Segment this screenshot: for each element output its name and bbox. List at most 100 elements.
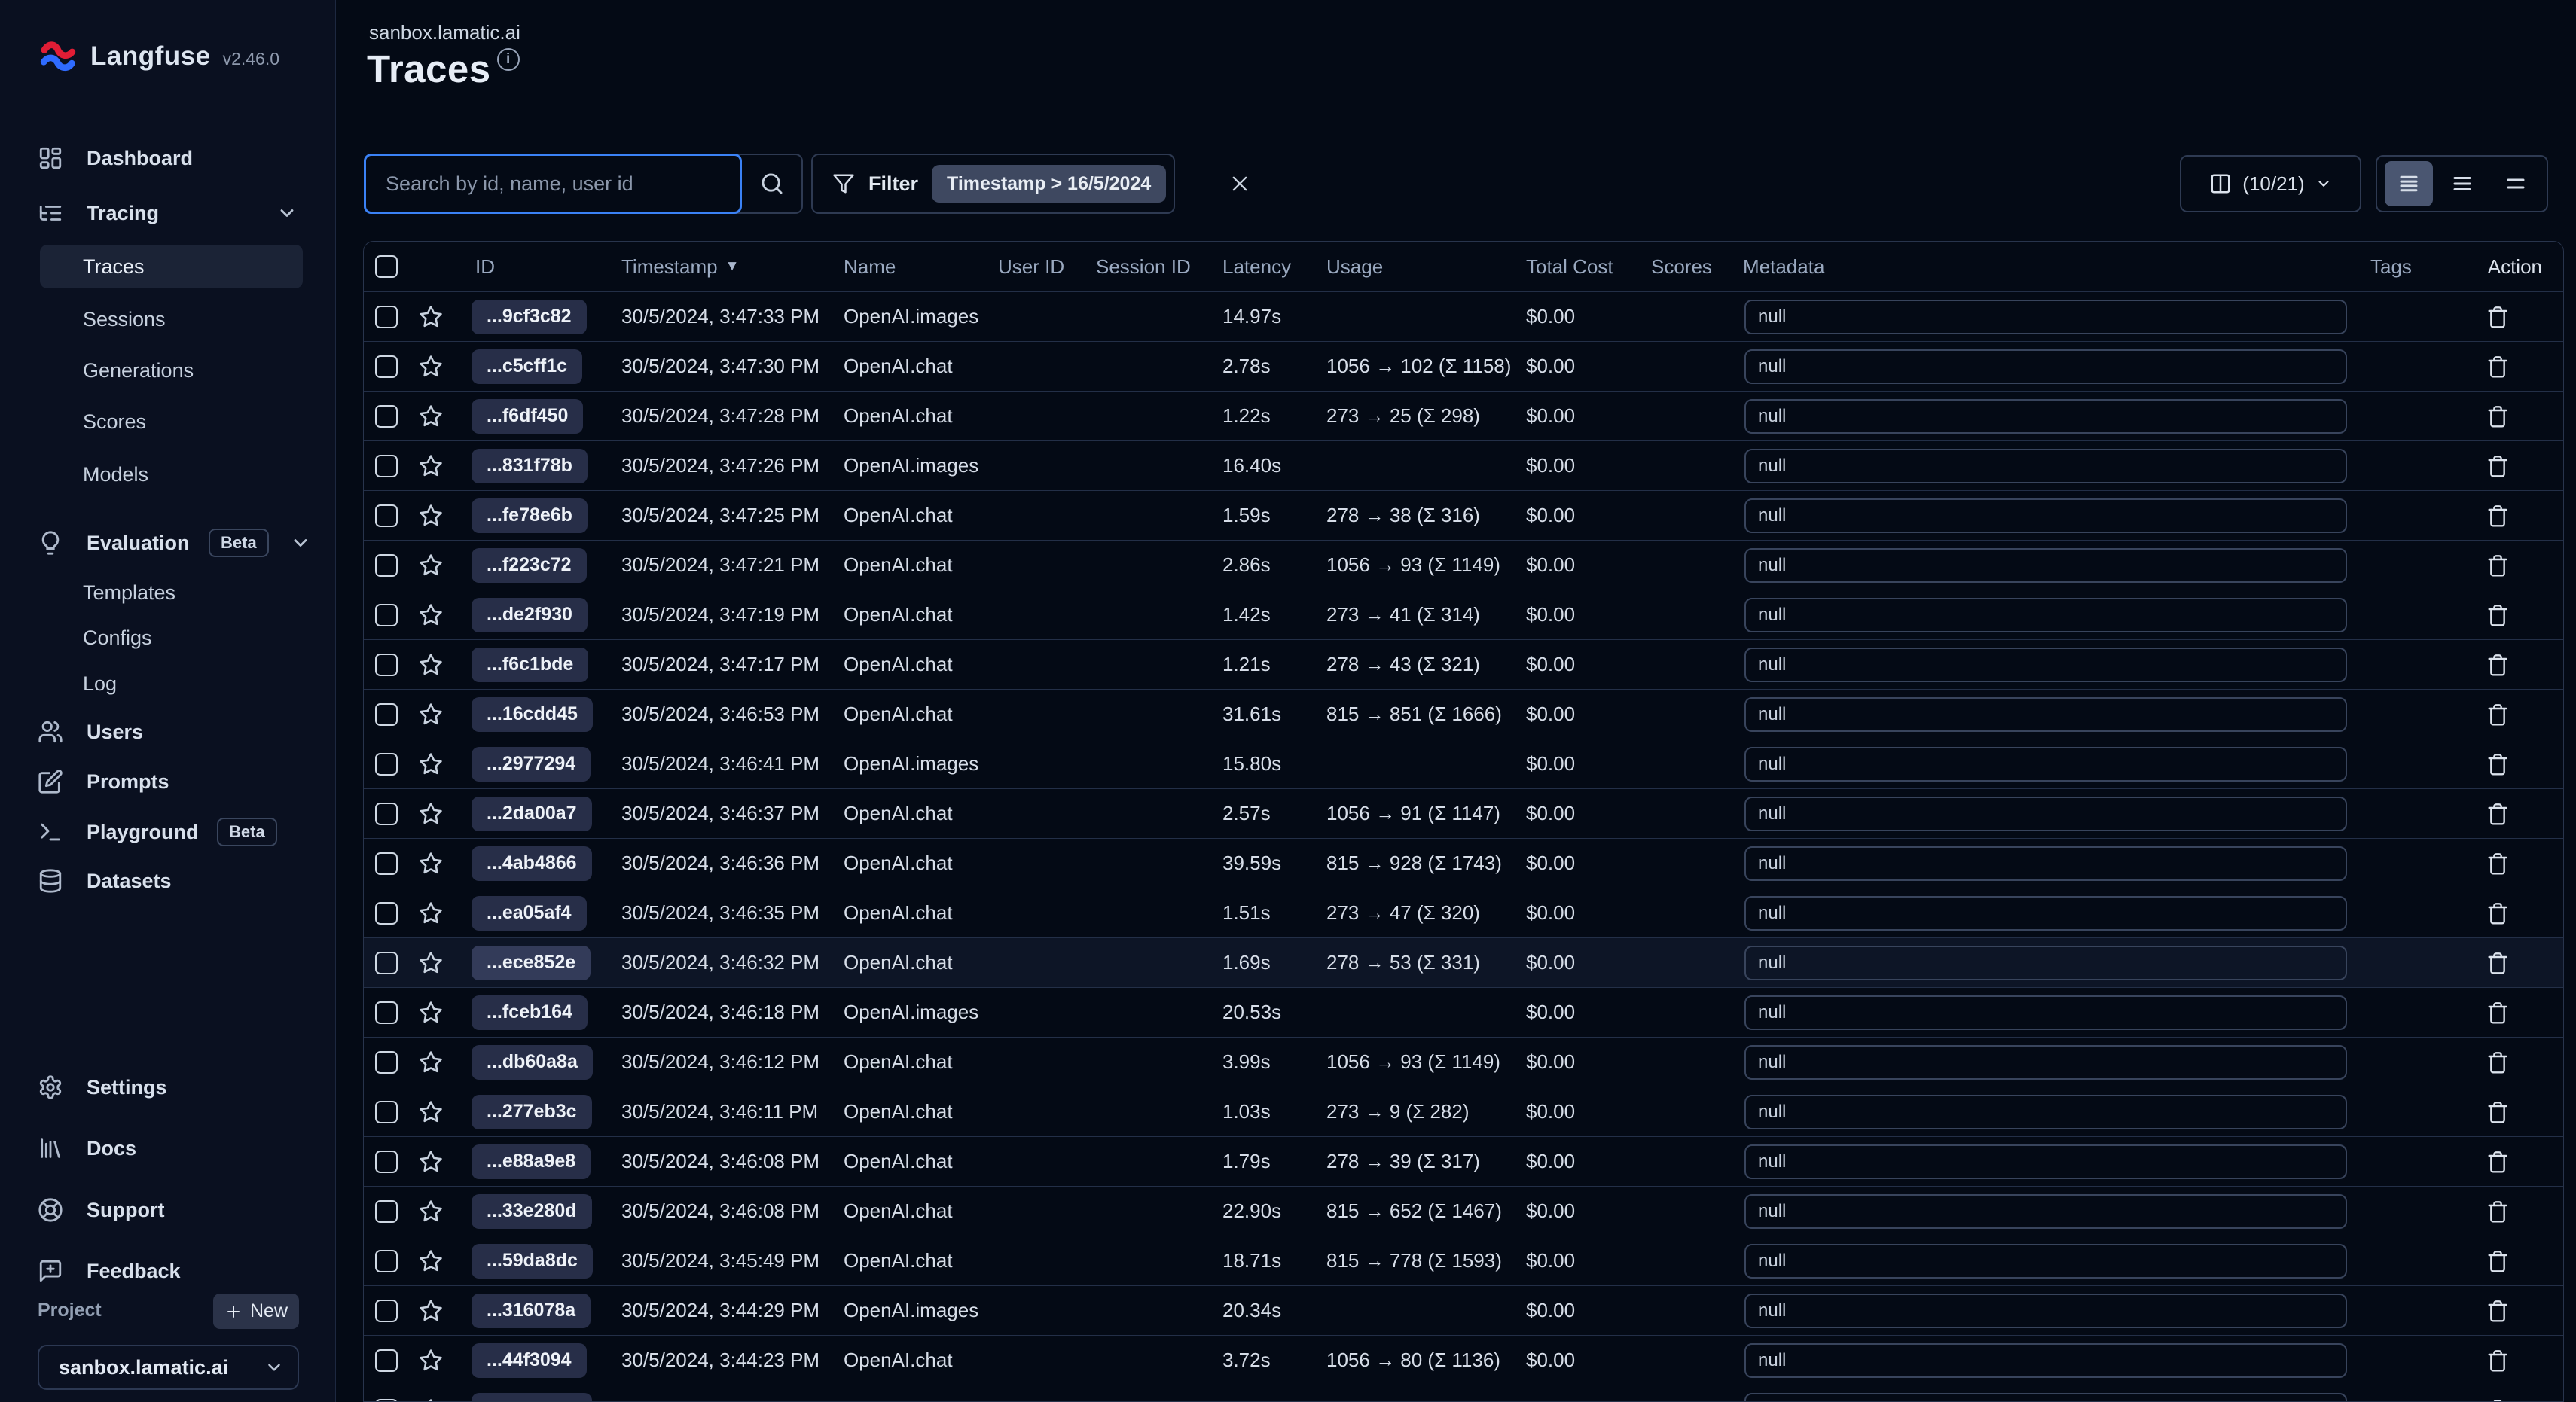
- sidebar-item-feedback[interactable]: Feedback: [0, 1250, 336, 1292]
- sidebar-item-tracing[interactable]: Tracing: [0, 192, 336, 234]
- trace-id-badge[interactable]: ...b311a4d: [472, 1393, 592, 1402]
- app-logo[interactable]: Langfuse v2.46.0: [36, 35, 279, 78]
- row-checkbox[interactable]: [375, 504, 398, 527]
- trace-metadata-box[interactable]: null: [1744, 1194, 2347, 1229]
- trace-metadata-box[interactable]: null: [1744, 498, 2347, 533]
- filter-chip-timestamp[interactable]: Timestamp > 16/5/2024: [932, 165, 1166, 203]
- delete-trace-icon[interactable]: [2486, 355, 2510, 379]
- new-project-button[interactable]: New: [213, 1294, 299, 1329]
- trace-id-badge[interactable]: ...ea05af4: [472, 896, 587, 931]
- column-header-latency[interactable]: Latency: [1219, 242, 1320, 291]
- table-row[interactable]: ...ea05af4 30/5/2024, 3:46:35 PM OpenAI.…: [364, 888, 2563, 937]
- table-row[interactable]: ...277eb3c 30/5/2024, 3:46:11 PM OpenAI.…: [364, 1087, 2563, 1136]
- table-row[interactable]: ...33e280d 30/5/2024, 3:46:08 PM OpenAI.…: [364, 1186, 2563, 1236]
- trace-metadata-box[interactable]: null: [1744, 449, 2347, 483]
- star-icon[interactable]: [418, 801, 444, 827]
- delete-trace-icon[interactable]: [2486, 404, 2510, 428]
- row-checkbox[interactable]: [375, 952, 398, 974]
- sidebar-item-users[interactable]: Users: [0, 711, 336, 753]
- delete-trace-icon[interactable]: [2486, 553, 2510, 578]
- sidebar-item-scores[interactable]: Scores: [0, 401, 336, 443]
- delete-trace-icon[interactable]: [2486, 305, 2510, 329]
- trace-metadata-box[interactable]: null: [1744, 995, 2347, 1030]
- trace-metadata-box[interactable]: null: [1744, 1393, 2347, 1402]
- delete-trace-icon[interactable]: [2486, 951, 2510, 975]
- trace-metadata-box[interactable]: null: [1744, 1045, 2347, 1080]
- star-icon[interactable]: [418, 1099, 444, 1125]
- trace-metadata-box[interactable]: null: [1744, 697, 2347, 732]
- row-checkbox[interactable]: [375, 654, 398, 676]
- trace-id-badge[interactable]: ...33e280d: [472, 1194, 592, 1229]
- delete-trace-icon[interactable]: [2486, 1249, 2510, 1273]
- table-row[interactable]: ...9cf3c82 30/5/2024, 3:47:33 PM OpenAI.…: [364, 291, 2563, 341]
- trace-metadata-box[interactable]: null: [1744, 946, 2347, 980]
- star-icon[interactable]: [418, 354, 444, 379]
- column-visibility-button[interactable]: (10/21): [2180, 155, 2361, 212]
- table-row[interactable]: ...ece852e 30/5/2024, 3:46:32 PM OpenAI.…: [364, 937, 2563, 987]
- row-checkbox[interactable]: [375, 1300, 398, 1322]
- table-row[interactable]: ...db60a8a 30/5/2024, 3:46:12 PM OpenAI.…: [364, 1037, 2563, 1087]
- row-checkbox[interactable]: [375, 604, 398, 626]
- info-icon[interactable]: i: [497, 48, 520, 71]
- delete-trace-icon[interactable]: [2486, 802, 2510, 826]
- trace-id-badge[interactable]: ...9cf3c82: [472, 300, 587, 334]
- column-header-metadata[interactable]: Metadata: [1738, 242, 2364, 291]
- row-checkbox[interactable]: [375, 1051, 398, 1074]
- star-icon[interactable]: [418, 1248, 444, 1274]
- trace-id-badge[interactable]: ...c5cff1c: [472, 349, 582, 384]
- trace-metadata-box[interactable]: null: [1744, 747, 2347, 782]
- table-row[interactable]: ...f6c1bde 30/5/2024, 3:47:17 PM OpenAI.…: [364, 639, 2563, 689]
- star-icon[interactable]: [418, 702, 444, 727]
- row-checkbox[interactable]: [375, 1399, 398, 1402]
- table-row[interactable]: ...fe78e6b 30/5/2024, 3:47:25 PM OpenAI.…: [364, 490, 2563, 540]
- density-medium-button[interactable]: [2438, 161, 2486, 206]
- search-submit-button[interactable]: [742, 155, 801, 212]
- trace-id-badge[interactable]: ...2977294: [472, 747, 591, 782]
- trace-metadata-box[interactable]: null: [1744, 1244, 2347, 1279]
- star-icon[interactable]: [418, 404, 444, 429]
- trace-id-badge[interactable]: ...f6c1bde: [472, 648, 588, 682]
- trace-id-badge[interactable]: ...f6df450: [472, 399, 583, 434]
- trace-metadata-box[interactable]: null: [1744, 846, 2347, 881]
- table-row[interactable]: ...2da00a7 30/5/2024, 3:46:37 PM OpenAI.…: [364, 788, 2563, 838]
- table-row[interactable]: ...4ab4866 30/5/2024, 3:46:36 PM OpenAI.…: [364, 838, 2563, 888]
- density-compact-button[interactable]: [2385, 161, 2433, 206]
- sidebar-item-dashboard[interactable]: Dashboard: [0, 137, 336, 179]
- clear-filter-button[interactable]: [1216, 154, 1264, 214]
- column-header-total-cost[interactable]: Total Cost: [1524, 242, 1648, 291]
- trace-metadata-box[interactable]: null: [1744, 1095, 2347, 1129]
- column-header-usage[interactable]: Usage: [1320, 242, 1524, 291]
- star-icon[interactable]: [418, 453, 444, 479]
- row-checkbox[interactable]: [375, 803, 398, 825]
- row-checkbox[interactable]: [375, 455, 398, 477]
- trace-id-badge[interactable]: ...59da8dc: [472, 1244, 593, 1279]
- delete-trace-icon[interactable]: [2486, 603, 2510, 627]
- delete-trace-icon[interactable]: [2486, 1100, 2510, 1124]
- table-row[interactable]: ...de2f930 30/5/2024, 3:47:19 PM OpenAI.…: [364, 590, 2563, 639]
- delete-trace-icon[interactable]: [2486, 752, 2510, 776]
- star-icon[interactable]: [418, 652, 444, 678]
- trace-id-badge[interactable]: ...db60a8a: [472, 1045, 593, 1080]
- trace-id-badge[interactable]: ...ece852e: [472, 946, 591, 980]
- star-icon[interactable]: [418, 1199, 444, 1224]
- table-row[interactable]: ...fceb164 30/5/2024, 3:46:18 PM OpenAI.…: [364, 987, 2563, 1037]
- table-row[interactable]: ...c5cff1c 30/5/2024, 3:47:30 PM OpenAI.…: [364, 341, 2563, 391]
- table-row[interactable]: ...831f78b 30/5/2024, 3:47:26 PM OpenAI.…: [364, 440, 2563, 490]
- trace-id-badge[interactable]: ...4ab4866: [472, 846, 592, 881]
- trace-metadata-box[interactable]: null: [1744, 598, 2347, 632]
- delete-trace-icon[interactable]: [2486, 901, 2510, 925]
- trace-metadata-box[interactable]: null: [1744, 300, 2347, 334]
- row-checkbox[interactable]: [375, 902, 398, 925]
- trace-metadata-box[interactable]: null: [1744, 548, 2347, 583]
- table-row[interactable]: ...e88a9e8 30/5/2024, 3:46:08 PM OpenAI.…: [364, 1136, 2563, 1186]
- row-checkbox[interactable]: [375, 1101, 398, 1123]
- trace-metadata-box[interactable]: null: [1744, 399, 2347, 434]
- sidebar-item-models[interactable]: Models: [0, 453, 336, 495]
- sidebar-item-log[interactable]: Log: [0, 663, 336, 705]
- sidebar-item-traces[interactable]: Traces: [0, 245, 336, 288]
- trace-metadata-box[interactable]: null: [1744, 1144, 2347, 1179]
- sidebar-item-prompts[interactable]: Prompts: [0, 760, 336, 803]
- trace-id-badge[interactable]: ...831f78b: [472, 449, 588, 483]
- row-checkbox[interactable]: [375, 1151, 398, 1173]
- delete-trace-icon[interactable]: [2486, 703, 2510, 727]
